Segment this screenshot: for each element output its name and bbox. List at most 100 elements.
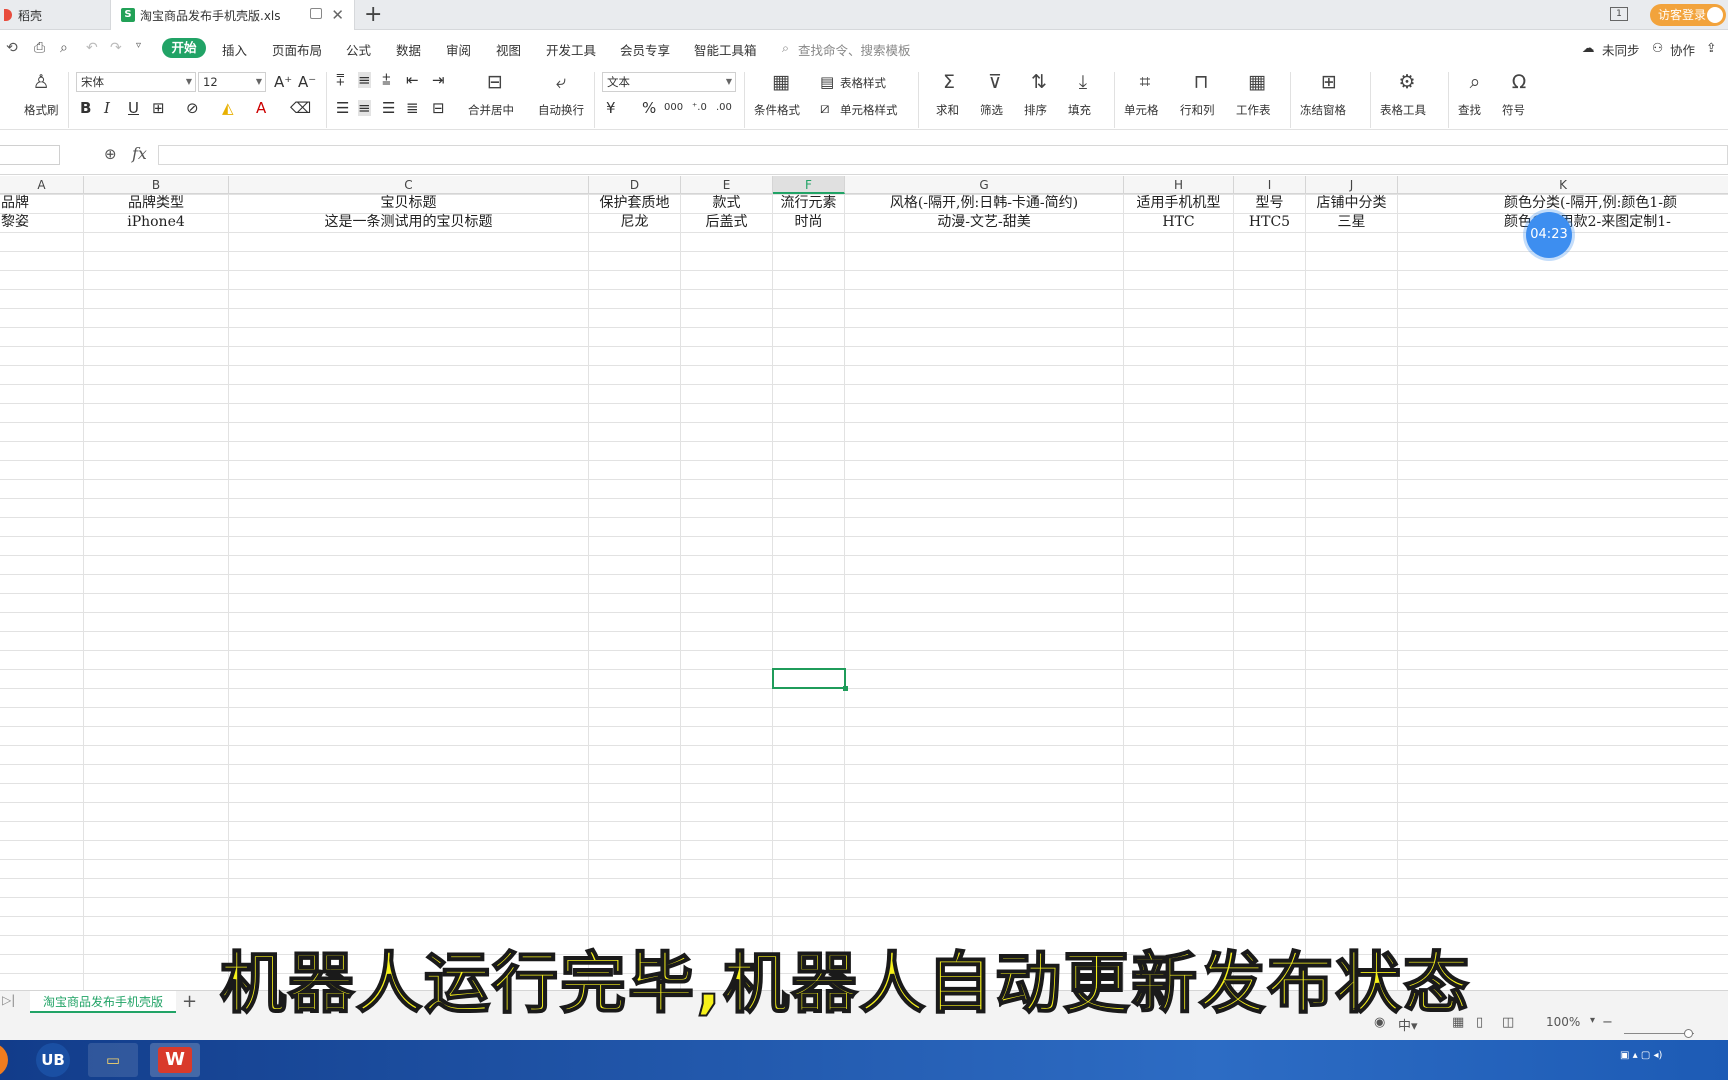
cell-f2[interactable]: 时尚 bbox=[773, 213, 844, 232]
table-tools-icon[interactable]: ⚙ bbox=[1396, 72, 1418, 92]
table-tools-button[interactable]: 表格工具 bbox=[1380, 102, 1426, 118]
justify-icon[interactable]: ≣ bbox=[406, 100, 419, 116]
menu-insert[interactable]: 插入 bbox=[222, 40, 247, 59]
decrease-decimal-icon[interactable]: .00 bbox=[716, 100, 732, 116]
freeze-panes-icon[interactable]: ⊞ bbox=[1318, 72, 1340, 92]
border-icon[interactable]: ⊞ bbox=[152, 100, 165, 116]
font-color-icon[interactable]: A bbox=[256, 100, 266, 116]
print-icon[interactable]: ⎙ bbox=[34, 40, 45, 56]
cell-e2[interactable]: 后盖式 bbox=[681, 213, 772, 232]
col-header-f[interactable]: F bbox=[773, 176, 845, 194]
col-header-k[interactable]: K bbox=[1398, 176, 1728, 194]
formula-input[interactable] bbox=[158, 145, 1728, 165]
zoom-formula-icon[interactable]: ⊕ bbox=[104, 145, 117, 163]
col-header-b[interactable]: B bbox=[84, 176, 229, 194]
cell-f1[interactable]: 流行元素 bbox=[773, 194, 844, 213]
cell-g2[interactable]: 动漫-文艺-甜美 bbox=[845, 213, 1123, 232]
cell-j1[interactable]: 店铺中分类 bbox=[1306, 194, 1397, 213]
share-icon[interactable]: ⇪ bbox=[1706, 40, 1716, 55]
col-header-i[interactable]: I bbox=[1234, 176, 1306, 194]
number-format-select[interactable]: 文本 ▼ bbox=[602, 72, 736, 92]
table-style-button[interactable]: 表格样式 bbox=[840, 75, 886, 91]
undo-icon[interactable]: ↶ bbox=[86, 40, 98, 56]
increase-font-icon[interactable]: A⁺ bbox=[274, 74, 292, 90]
menu-formula[interactable]: 公式 bbox=[346, 40, 371, 59]
sum-icon[interactable]: Σ bbox=[938, 72, 960, 92]
cell-e1[interactable]: 款式 bbox=[681, 194, 772, 213]
freeze-panes-button[interactable]: 冻结窗格 bbox=[1300, 102, 1346, 118]
menu-developer[interactable]: 开发工具 bbox=[546, 40, 596, 59]
cell-d1[interactable]: 保护套质地 bbox=[589, 194, 680, 213]
merge-center-icon[interactable]: ⊟ bbox=[484, 72, 506, 92]
align-center-icon[interactable]: ≡ bbox=[358, 100, 371, 116]
fill-button[interactable]: 填充 bbox=[1068, 102, 1091, 118]
increase-decimal-icon[interactable]: ⁺.0 bbox=[692, 100, 707, 116]
worksheet-button[interactable]: 工作表 bbox=[1236, 102, 1271, 118]
cell-b1[interactable]: 品牌类型 bbox=[84, 194, 228, 213]
sort-button[interactable]: 排序 bbox=[1024, 102, 1047, 118]
currency-button[interactable]: ¥ bbox=[606, 100, 616, 116]
command-search-input[interactable]: 查找命令、搜索模板 bbox=[798, 40, 911, 59]
cell-k1[interactable]: 颜色分类(-隔开,例:颜色1-颜 bbox=[1398, 194, 1728, 213]
col-header-d[interactable]: D bbox=[589, 176, 681, 194]
symbol-icon[interactable]: Ω bbox=[1508, 72, 1530, 92]
menu-review[interactable]: 审阅 bbox=[446, 40, 471, 59]
italic-button[interactable]: I bbox=[104, 100, 110, 116]
sort-icon[interactable]: ⇅ bbox=[1028, 72, 1050, 92]
window-switch-icon[interactable]: 1 bbox=[1610, 7, 1628, 21]
cell-i2[interactable]: HTC5 bbox=[1234, 213, 1305, 232]
wrap-text-button[interactable]: 自动换行 bbox=[538, 102, 584, 118]
cell-i1[interactable]: 型号 bbox=[1234, 194, 1305, 213]
cell-c2[interactable]: 这是一条测试用的宝贝标题 bbox=[229, 213, 588, 232]
cell-a1[interactable]: 品牌 bbox=[0, 194, 50, 213]
cell-h2[interactable]: HTC bbox=[1124, 213, 1233, 232]
col-header-g[interactable]: G bbox=[845, 176, 1124, 194]
cell-a2[interactable]: 黎姿 bbox=[0, 213, 50, 232]
fill-handle[interactable] bbox=[843, 686, 848, 691]
col-header-j[interactable]: J bbox=[1306, 176, 1398, 194]
menu-data[interactable]: 数据 bbox=[396, 40, 421, 59]
col-header-a[interactable]: A bbox=[0, 176, 84, 194]
menu-start[interactable]: 开始 bbox=[162, 38, 206, 58]
undo-history-icon[interactable]: ⟲ bbox=[6, 40, 18, 56]
cell-b2[interactable]: iPhone4 bbox=[84, 213, 228, 232]
underline-button[interactable]: U bbox=[128, 100, 139, 116]
col-header-c[interactable]: C bbox=[229, 176, 589, 194]
print-preview-icon[interactable]: ⌕ bbox=[60, 40, 68, 56]
fill-icon[interactable]: ⤓ bbox=[1072, 72, 1094, 92]
bold-button[interactable]: B bbox=[80, 100, 91, 116]
new-tab-button[interactable]: + bbox=[364, 2, 382, 27]
align-top-icon[interactable]: ⩱ bbox=[336, 72, 345, 88]
percent-button[interactable]: % bbox=[642, 100, 656, 116]
browser-icon[interactable] bbox=[0, 1043, 8, 1077]
selected-cell[interactable] bbox=[772, 668, 846, 689]
clear-format-icon[interactable]: ⌫ bbox=[290, 100, 311, 116]
menu-view[interactable]: 视图 bbox=[496, 40, 521, 59]
decrease-font-icon[interactable]: A⁻ bbox=[298, 74, 316, 90]
sync-status[interactable]: 未同步 bbox=[1602, 40, 1640, 59]
wps-icon[interactable]: W bbox=[150, 1043, 200, 1077]
cell-grid[interactable]: 品牌 品牌类型 宝贝标题 保护套质地 款式 流行元素 风格(-隔开,例:日韩-卡… bbox=[0, 194, 1728, 990]
tab-document[interactable]: S 淘宝商品发布手机壳版.xls ✕ bbox=[110, 0, 355, 30]
visitor-login-button[interactable]: 访客登录 bbox=[1650, 4, 1726, 26]
search-icon[interactable]: ⌕ bbox=[782, 40, 789, 56]
worksheet-icon[interactable]: ▦ bbox=[1246, 72, 1268, 92]
align-left-icon[interactable]: ☰ bbox=[336, 100, 349, 116]
redo-icon[interactable]: ↷ bbox=[110, 40, 122, 56]
align-middle-icon[interactable]: ≡ bbox=[358, 72, 371, 88]
col-header-h[interactable]: H bbox=[1124, 176, 1234, 194]
align-bottom-icon[interactable]: ⩲ bbox=[382, 72, 391, 88]
menu-member[interactable]: 会员专享 bbox=[620, 40, 670, 59]
conditional-format-icon[interactable]: ▦ bbox=[770, 72, 792, 92]
cell-g1[interactable]: 风格(-隔开,例:日韩-卡通-简约) bbox=[845, 194, 1123, 213]
filter-button[interactable]: 筛选 bbox=[980, 102, 1003, 118]
zoom-level[interactable]: 100% bbox=[1546, 1015, 1580, 1029]
tab-home[interactable]: 稻壳 bbox=[0, 0, 110, 30]
collaborate-button[interactable]: 协作 bbox=[1670, 40, 1695, 59]
thousands-button[interactable]: 000 bbox=[664, 100, 683, 116]
zoom-chevron-icon[interactable]: ▾ bbox=[1590, 1015, 1595, 1026]
cell-h1[interactable]: 适用手机机型 bbox=[1124, 194, 1233, 213]
cell-c1[interactable]: 宝贝标题 bbox=[229, 194, 588, 213]
cell-j2[interactable]: 三星 bbox=[1306, 213, 1397, 232]
sheet-tab[interactable]: 淘宝商品发布手机壳版 bbox=[30, 991, 176, 1013]
